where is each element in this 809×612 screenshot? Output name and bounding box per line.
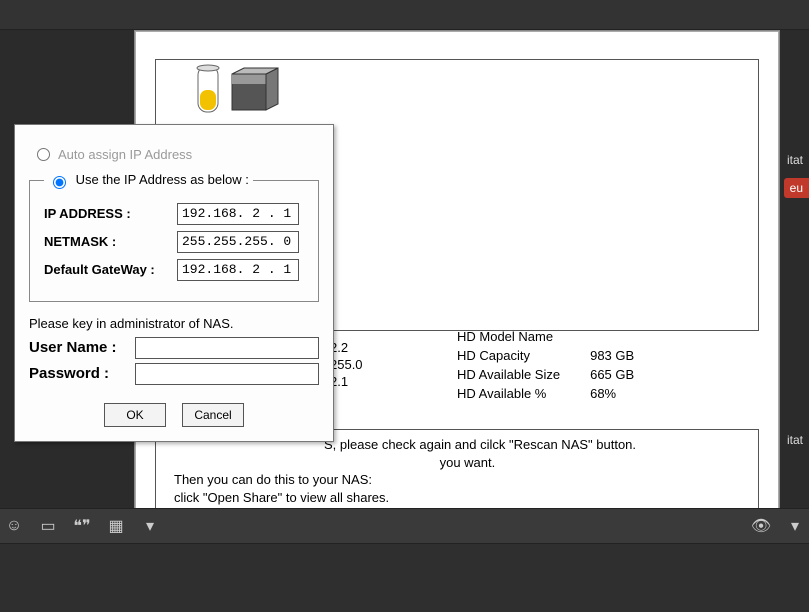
grid-icon[interactable]: ▦ [106, 516, 126, 536]
use-ip-radio[interactable] [53, 176, 66, 189]
hd-capacity-label: HD Capacity [457, 348, 560, 363]
nas-info-grid: HD Model Name HD Capacity 983 GB HD Avai… [457, 329, 634, 401]
auto-assign-row[interactable]: Auto assign IP Address [37, 147, 319, 162]
admin-hint-text: Please key in administrator of NAS. [29, 316, 319, 331]
hd-capacity-value: 983 GB [590, 348, 634, 363]
help-line3: Then you can do this to your NAS: [174, 471, 740, 489]
smile-icon[interactable]: ☺ [4, 516, 24, 536]
netmask-label: NETMASK : [44, 234, 169, 249]
username-input[interactable] [135, 337, 319, 359]
hd-available-label: HD Available Size [457, 367, 560, 382]
editor-bottom-toolbar: ☺ ▭ ❝❞ ▦ ▾ 👁 ▾ [0, 508, 809, 544]
peek-val-2: 255.0 [330, 357, 363, 372]
chevron-down-icon-2[interactable]: ▾ [785, 516, 805, 536]
side-chip-2: itat [781, 430, 809, 450]
gateway-label: Default GateWay : [44, 262, 169, 277]
manual-ip-fieldset: Use the IP Address as below : IP ADDRESS… [29, 172, 319, 302]
hd-pct-label: HD Available % [457, 386, 560, 401]
password-input[interactable] [135, 363, 319, 385]
quote-icon[interactable]: ❝❞ [72, 516, 92, 536]
chevron-down-icon[interactable]: ▾ [140, 516, 160, 536]
side-chip-new: eu [784, 178, 809, 198]
cancel-button[interactable]: Cancel [182, 403, 244, 427]
ip-config-dialog: Auto assign IP Address Use the IP Addres… [14, 124, 334, 442]
eye-icon[interactable]: 👁 [751, 516, 771, 536]
hd-model-value [590, 329, 634, 344]
help-line4: click "Open Share" to view all shares. [174, 489, 740, 507]
app-top-bar [0, 0, 809, 30]
hd-model-label: HD Model Name [457, 329, 560, 344]
ip-address-label: IP ADDRESS : [44, 206, 169, 221]
auto-assign-radio[interactable] [37, 148, 50, 161]
help-line2: you want. [440, 455, 496, 470]
auto-assign-label: Auto assign IP Address [58, 147, 192, 162]
side-chip-1: itat [781, 150, 809, 170]
ip-address-input[interactable] [177, 203, 299, 225]
hd-available-value: 665 GB [590, 367, 634, 382]
help-line1: S, please check again and cilck "Rescan … [324, 437, 636, 452]
password-label: Password : [29, 365, 129, 382]
nas-illustration [188, 64, 298, 124]
username-label: User Name : [29, 339, 129, 356]
netmask-input[interactable] [177, 231, 299, 253]
bottom-blank-area [0, 544, 809, 612]
hd-pct-value: 68% [590, 386, 634, 401]
ok-button[interactable]: OK [104, 403, 166, 427]
use-ip-label: Use the IP Address as below : [76, 172, 249, 187]
image-icon[interactable]: ▭ [38, 516, 58, 536]
gateway-input[interactable] [177, 259, 299, 281]
